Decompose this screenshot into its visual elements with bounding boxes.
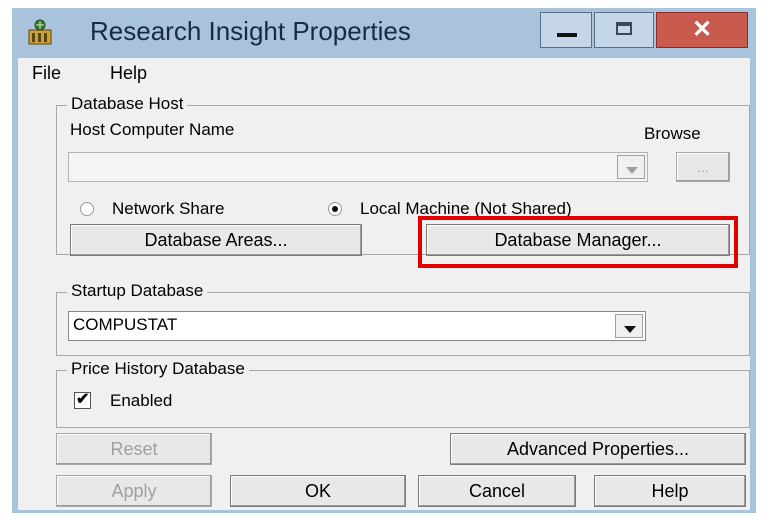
close-button[interactable]: ✕	[656, 12, 748, 48]
properties-window: Research Insight Properties ✕ File Help …	[12, 8, 756, 513]
radio-local-machine[interactable]	[328, 202, 342, 216]
chevron-down-icon	[626, 167, 638, 174]
enabled-label: Enabled	[110, 391, 173, 410]
browse-label: Browse	[644, 124, 701, 143]
host-computer-name-label: Host Computer Name	[70, 120, 235, 139]
enabled-checkbox[interactable]: ✔	[74, 391, 91, 409]
apply-button-label: Apply	[111, 481, 157, 501]
browse-button-label: ...	[697, 159, 709, 175]
menu-file[interactable]: File	[32, 63, 61, 84]
menu-help[interactable]: Help	[110, 63, 147, 84]
advanced-properties-button[interactable]: Advanced Properties...	[450, 433, 746, 465]
apply-button[interactable]: Apply	[56, 475, 212, 507]
startup-database-group-label: Startup Database	[67, 281, 208, 301]
startup-database-combo[interactable]: COMPUSTAT	[68, 311, 646, 341]
database-areas-button-label: Database Areas...	[144, 230, 288, 250]
title-bar[interactable]: Research Insight Properties ✕	[12, 8, 756, 58]
highlight-box	[418, 216, 738, 268]
advanced-properties-button-label: Advanced Properties...	[506, 439, 690, 459]
help-button-label: Help	[651, 481, 689, 501]
browse-button[interactable]: ...	[676, 152, 730, 182]
cancel-button-label: Cancel	[468, 481, 526, 501]
host-computer-name-combo[interactable]	[68, 152, 648, 182]
price-history-group-label: Price History Database	[67, 359, 249, 379]
ok-button[interactable]: OK	[230, 475, 406, 507]
window-title: Research Insight Properties	[90, 16, 411, 46]
maximize-button[interactable]	[594, 12, 654, 48]
checkmark-icon: ✔	[76, 391, 90, 408]
dialog-client-area: File Help Database Host Host Computer Na…	[18, 58, 750, 510]
database-host-group-label: Database Host	[67, 94, 188, 114]
reset-button[interactable]: Reset	[56, 433, 212, 465]
ok-button-label: OK	[304, 481, 331, 501]
database-areas-button[interactable]: Database Areas...	[70, 224, 362, 256]
menu-bar: File Help	[18, 58, 750, 86]
chevron-down-icon	[624, 326, 636, 333]
host-dropdown-button[interactable]	[617, 155, 645, 179]
startup-database-value: COMPUSTAT	[73, 315, 178, 334]
radio-network-share-label: Network Share	[112, 199, 225, 218]
minimize-button[interactable]	[540, 12, 592, 48]
app-icon	[28, 19, 52, 45]
close-icon: ✕	[691, 16, 713, 43]
maximize-icon	[616, 22, 632, 35]
cancel-button[interactable]: Cancel	[418, 475, 576, 507]
help-button[interactable]: Help	[594, 475, 746, 507]
startup-dropdown-button[interactable]	[615, 314, 643, 338]
minimize-icon	[557, 33, 577, 37]
radio-network-share[interactable]	[80, 202, 94, 216]
reset-button-label: Reset	[110, 439, 158, 459]
